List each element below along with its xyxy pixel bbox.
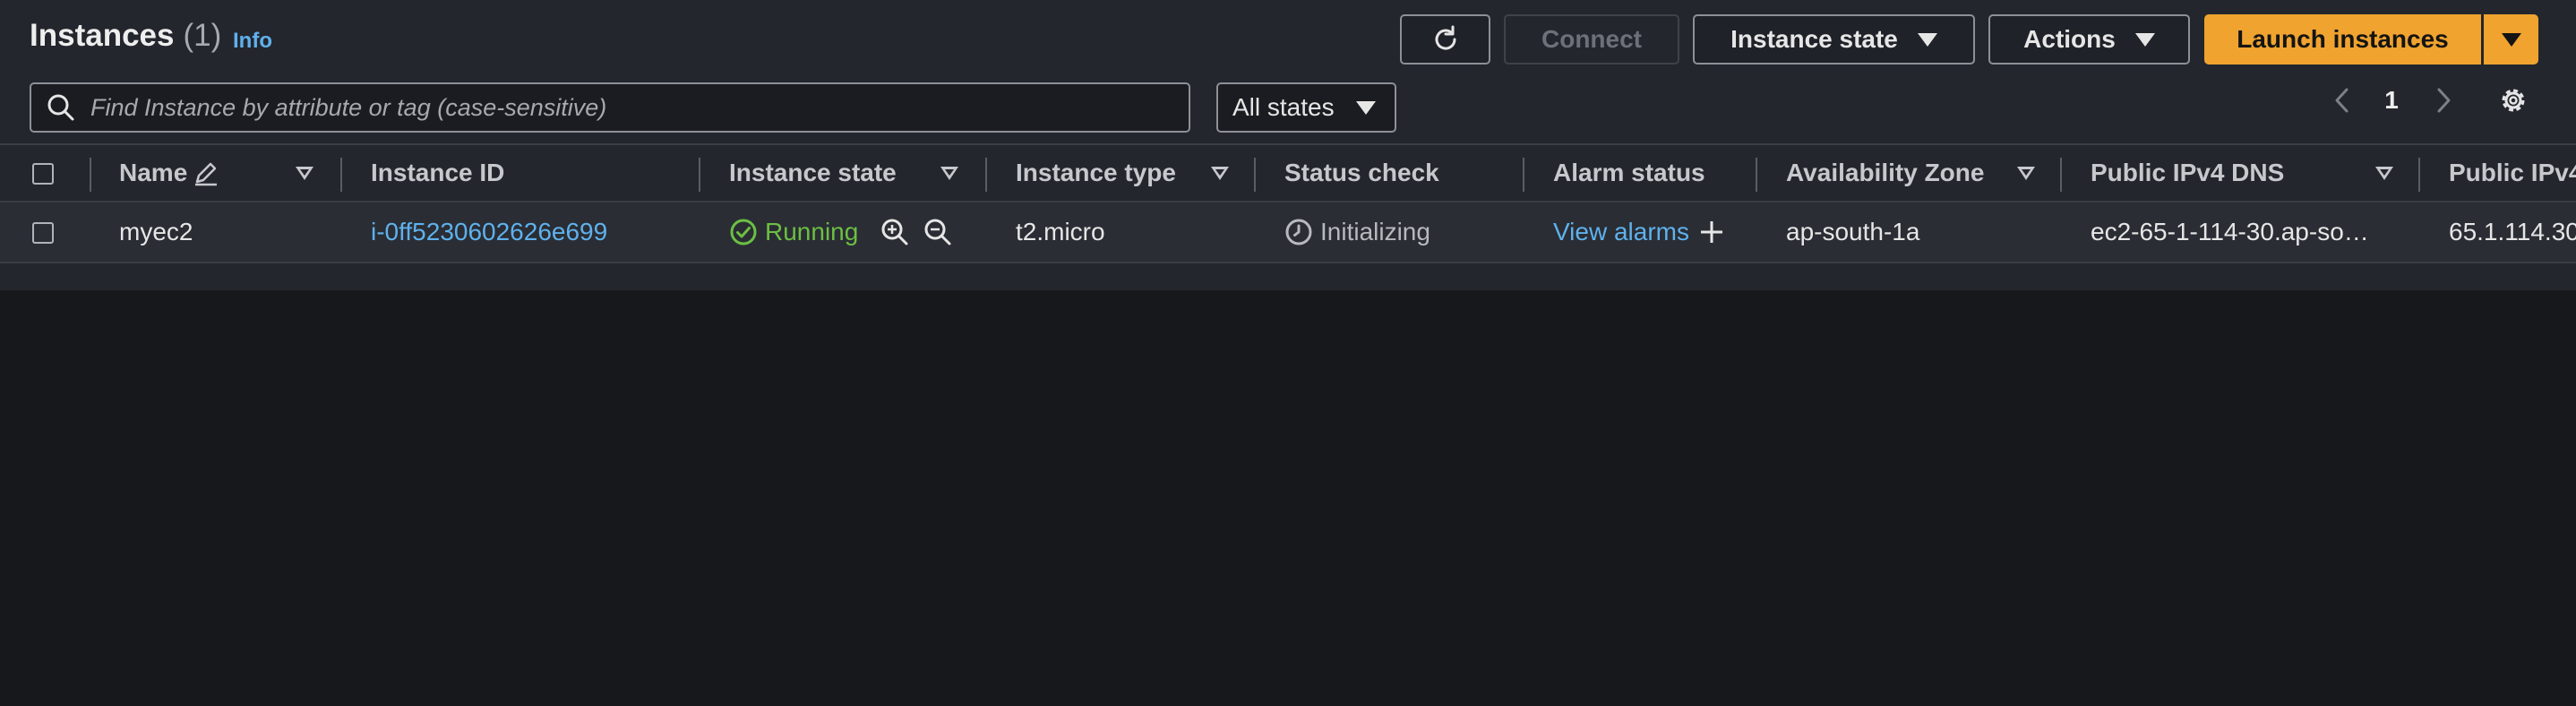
col-public-ip-label: Public IPv4 xyxy=(2449,159,2576,186)
col-instance-state-label: Instance state xyxy=(729,159,897,186)
sort-icon[interactable] xyxy=(1211,167,1229,180)
select-all-checkbox[interactable] xyxy=(32,163,54,185)
column-divider xyxy=(90,158,91,192)
sort-icon[interactable] xyxy=(940,167,958,180)
column-divider xyxy=(2418,158,2420,192)
sort-icon[interactable] xyxy=(296,167,313,180)
col-name-label: Name xyxy=(119,159,188,186)
instance-type-value: t2.micro xyxy=(1016,218,1105,245)
zoom-in-icon[interactable] xyxy=(880,217,910,247)
column-divider xyxy=(1254,158,1256,192)
gear-icon[interactable] xyxy=(2497,84,2529,116)
caret-down-icon xyxy=(1917,32,1937,47)
chevron-right-icon[interactable] xyxy=(2432,86,2455,115)
state-filter-value: All states xyxy=(1232,93,1335,121)
column-divider xyxy=(985,158,987,192)
caret-down-icon xyxy=(1355,100,1376,115)
chevron-left-icon[interactable] xyxy=(2331,86,2354,115)
col-alarm-status-label: Alarm status xyxy=(1553,159,1705,186)
col-public-ip[interactable]: Public IPv4 xyxy=(2449,145,2576,201)
cell-status-check: Initializing xyxy=(1284,202,1430,262)
connect-label: Connect xyxy=(1541,25,1642,53)
col-status-check-label: Status check xyxy=(1284,159,1439,186)
caret-down-icon xyxy=(2134,32,2155,47)
availability-zone-value: ap-south-1a xyxy=(1786,218,1920,245)
caret-down-icon xyxy=(2501,32,2521,47)
col-instance-state[interactable]: Instance state xyxy=(729,145,897,201)
sort-icon[interactable] xyxy=(2375,167,2393,180)
ec2-instances-page: Instances (1) Info Connect Instance state… xyxy=(0,0,2576,706)
cell-public-dns: ec2-65-1-114-30.ap-so… xyxy=(2091,202,2369,262)
col-public-dns-label: Public IPv4 DNS xyxy=(2091,159,2285,186)
cell-instance-type: t2.micro xyxy=(1016,202,1105,262)
col-availability-zone[interactable]: Availability Zone xyxy=(1786,145,1984,201)
col-alarm-status[interactable]: Alarm status xyxy=(1553,145,1705,201)
cell-instance-id: i-0ff5230602626e699 xyxy=(371,202,607,262)
state-filter-select[interactable]: All states xyxy=(1216,82,1396,133)
current-page[interactable]: 1 xyxy=(2383,86,2400,115)
col-instance-id-label: Instance ID xyxy=(371,159,505,186)
plus-icon[interactable] xyxy=(1698,219,1725,245)
instance-state-label: Instance state xyxy=(1730,25,1898,53)
pencil-icon xyxy=(195,162,218,186)
col-public-dns[interactable]: Public IPv4 DNS xyxy=(2091,145,2284,201)
public-dns-value: ec2-65-1-114-30.ap-so… xyxy=(2091,218,2369,245)
launch-instances-dropdown[interactable] xyxy=(2484,14,2538,65)
cell-availability-zone: ap-south-1a xyxy=(1786,202,1919,262)
connect-button[interactable]: Connect xyxy=(1504,14,1679,65)
search-box[interactable] xyxy=(30,82,1190,133)
refresh-button[interactable] xyxy=(1400,14,1490,65)
cell-alarm-status: View alarms xyxy=(1553,202,1725,262)
col-availability-zone-label: Availability Zone xyxy=(1786,159,1985,186)
cell-name: myec2 xyxy=(119,202,193,262)
actions-button[interactable]: Actions xyxy=(1988,14,2190,65)
col-status-check[interactable]: Status check xyxy=(1284,145,1439,201)
column-divider xyxy=(1756,158,1757,192)
launch-instances-label: Launch instances xyxy=(2237,25,2449,53)
table-header: Name Instance ID Instance state Instance… xyxy=(0,143,2576,202)
col-instance-type-label: Instance type xyxy=(1016,159,1176,186)
status-check-value: Initializing xyxy=(1320,218,1430,245)
instance-id-link[interactable]: i-0ff5230602626e699 xyxy=(371,218,607,246)
col-name[interactable]: Name xyxy=(119,145,219,201)
cell-public-ip: 65.1.114.30 xyxy=(2449,202,2576,262)
instance-state-button[interactable]: Instance state xyxy=(1693,14,1975,65)
row-checkbox[interactable] xyxy=(32,222,54,244)
instance-state-value: Running xyxy=(765,218,859,245)
info-link[interactable]: Info xyxy=(233,29,272,54)
check-circle-icon xyxy=(730,219,757,245)
instances-panel: Instances (1) Info Connect Instance state… xyxy=(0,0,2576,290)
page-title: Instances (1) xyxy=(30,18,221,54)
launch-instances-button[interactable]: Launch instances xyxy=(2204,14,2481,65)
column-divider xyxy=(699,158,700,192)
column-divider xyxy=(2060,158,2062,192)
sort-icon[interactable] xyxy=(2017,167,2035,180)
view-alarms-link[interactable]: View alarms xyxy=(1553,218,1689,246)
search-icon xyxy=(47,94,74,121)
empty-content-area xyxy=(0,290,2576,706)
table-row[interactable]: myec2 i-0ff5230602626e699 Running t2.mic… xyxy=(0,202,2576,263)
clock-icon xyxy=(1285,219,1312,245)
column-divider xyxy=(1523,158,1524,192)
search-input[interactable] xyxy=(89,92,1149,123)
col-instance-id[interactable]: Instance ID xyxy=(371,145,504,201)
column-divider xyxy=(340,158,342,192)
zoom-out-icon[interactable] xyxy=(923,217,953,247)
col-instance-type[interactable]: Instance type xyxy=(1016,145,1176,201)
public-ip-value: 65.1.114.30 xyxy=(2449,218,2576,245)
refresh-icon xyxy=(1435,25,1456,50)
instance-count: (1) xyxy=(183,18,222,53)
actions-label: Actions xyxy=(2023,25,2116,53)
page-title-text: Instances xyxy=(30,18,175,53)
instance-name: myec2 xyxy=(119,218,193,245)
cell-instance-state: Running xyxy=(729,202,953,262)
